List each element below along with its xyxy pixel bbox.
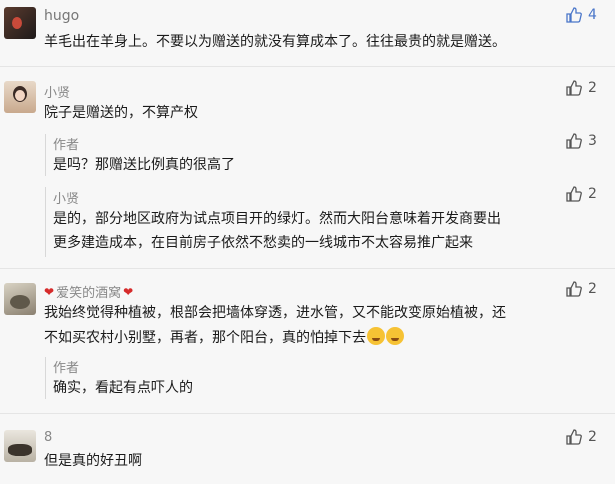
reply-quote-bar <box>45 187 46 257</box>
avatar-8[interactable] <box>4 430 36 462</box>
laughing-crying-emoji <box>367 327 385 345</box>
comment-text-line: 我始终觉得种植被，根部会把墙体穿透，进水管，又不能改变原始植被，还 <box>44 305 506 321</box>
like-button[interactable]: 3 <box>566 133 597 149</box>
like-button[interactable]: 2 <box>566 429 597 445</box>
like-button[interactable]: 4 <box>566 7 597 23</box>
laughing-crying-emoji <box>386 327 404 345</box>
thumbs-up-icon <box>566 7 582 23</box>
comment-text-line: 不如买农村小别墅，再者，那个阳台，真的怕掉下去 <box>44 330 366 346</box>
username-row[interactable]: ❤ 爱笑的酒窝 ❤ <box>44 282 134 302</box>
reply-quote-bar <box>45 134 46 176</box>
comment-text-line-wrap: 不如买农村小别墅，再者，那个阳台，真的怕掉下去 <box>44 327 404 349</box>
reply-text-line: 更多建造成本，在目前房子依然不愁卖的一线城市不太容易推广起来 <box>53 235 473 251</box>
username: 爱笑的酒窝 <box>56 286 122 301</box>
like-count: 3 <box>588 133 597 149</box>
thumbs-up-icon <box>566 80 582 96</box>
avatar-aixiaodejiuwo[interactable] <box>4 283 36 315</box>
thumbs-up-icon <box>566 281 582 297</box>
avatar-xiaoxian[interactable] <box>4 81 36 113</box>
username[interactable]: hugo <box>44 8 79 24</box>
reply-text: 确实，看起有点吓人的 <box>53 380 193 396</box>
like-count: 4 <box>588 7 597 23</box>
reply-text: 是吗？那赠送比例真的很高了 <box>53 157 235 173</box>
reply-username[interactable]: 作者 <box>53 134 79 153</box>
comment-text: 院子是赠送的，不算产权 <box>44 105 198 121</box>
like-count: 2 <box>588 186 597 202</box>
like-button[interactable]: 2 <box>566 186 597 202</box>
reply-username[interactable]: 小贤 <box>53 188 79 207</box>
heart-icon: ❤ <box>44 284 55 299</box>
reply-quote-bar <box>45 357 46 399</box>
divider <box>0 66 615 67</box>
avatar-hugo[interactable] <box>4 7 36 39</box>
like-count: 2 <box>588 80 597 96</box>
thumbs-up-icon <box>566 429 582 445</box>
comment-text: 羊毛出在羊身上。不要以为赠送的就没有算成本了。往往最贵的就是赠送。 <box>44 34 506 50</box>
reply-text-line: 是的，部分地区政府为试点项目开的绿灯。然而大阳台意味着开发商要出 <box>53 211 501 227</box>
username[interactable]: 8 <box>44 430 52 445</box>
thumbs-up-icon <box>566 186 582 202</box>
like-button[interactable]: 2 <box>566 281 597 297</box>
like-count: 2 <box>588 281 597 297</box>
reply-username[interactable]: 作者 <box>53 357 79 376</box>
heart-icon: ❤ <box>123 284 134 299</box>
comment-text: 但是真的好丑啊 <box>44 453 142 469</box>
like-button[interactable]: 2 <box>566 80 597 96</box>
divider <box>0 413 615 414</box>
thumbs-up-icon <box>566 133 582 149</box>
like-count: 2 <box>588 429 597 445</box>
username[interactable]: 小贤 <box>44 82 70 101</box>
divider <box>0 268 615 269</box>
